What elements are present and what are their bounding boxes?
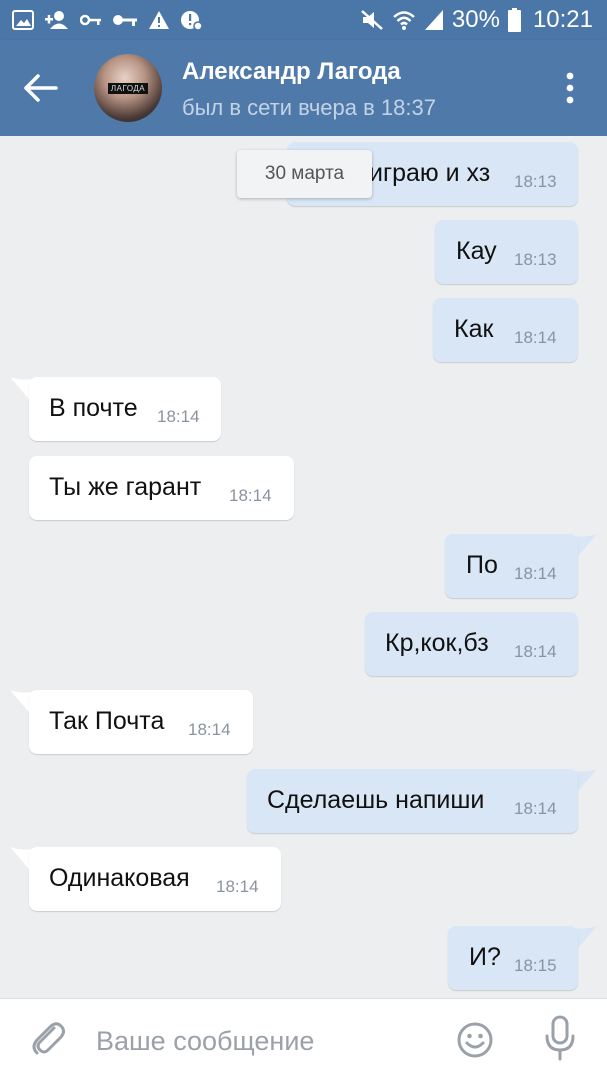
message-text: В почте xyxy=(49,394,138,422)
chat-header: ЛАГОДА Александр Лагода был в сети вчера… xyxy=(0,40,607,136)
gallery-icon xyxy=(12,10,34,30)
clock: 10:21 xyxy=(532,6,593,33)
signal-icon xyxy=(424,10,443,30)
wifi-icon xyxy=(393,11,415,30)
status-bar: 30% 10:21 xyxy=(0,0,607,40)
message-text: Так Почта xyxy=(49,707,165,735)
message-time: 18:14 xyxy=(157,407,200,426)
message-time: 18:14 xyxy=(514,328,557,347)
message-text: И? xyxy=(469,943,501,971)
back-arrow-icon xyxy=(24,74,58,102)
message-time: 18:15 xyxy=(514,956,557,975)
message-outgoing[interactable]: Кр,кок,бз 18:14 xyxy=(365,612,578,676)
message-text: Кау xyxy=(456,237,497,265)
message-time: 18:13 xyxy=(514,250,557,269)
message-text: Сделаешь напиши xyxy=(267,786,485,814)
contact-name[interactable]: Александр Лагода xyxy=(182,58,401,86)
message-outgoing[interactable]: Сделаешь напиши 18:14 xyxy=(247,769,578,833)
battery-icon xyxy=(507,8,521,32)
message-outgoing[interactable]: Кау 18:13 xyxy=(435,220,578,284)
message-time: 18:14 xyxy=(216,877,259,896)
mute-icon xyxy=(361,10,383,30)
message-outgoing[interactable]: По 18:14 xyxy=(445,534,578,598)
more-menu-button[interactable] xyxy=(556,68,584,108)
message-time: 18:14 xyxy=(514,642,557,661)
date-separator: 30 марта xyxy=(237,150,372,198)
message-list[interactable]: играю и хз 18:13 30 марта Кау 18:13 Как … xyxy=(0,136,607,998)
voice-message-button[interactable] xyxy=(542,1015,578,1061)
message-text: Одинаковая xyxy=(49,864,190,892)
message-text: Ты же гарант xyxy=(49,473,202,501)
microphone-icon xyxy=(545,1015,575,1061)
message-text: играю и хз xyxy=(369,159,491,187)
battery-percent: 30% xyxy=(451,6,500,33)
key-icon xyxy=(113,15,137,26)
message-composer xyxy=(0,998,607,1081)
emoji-icon xyxy=(457,1022,493,1058)
attach-icon xyxy=(32,1022,65,1055)
key-icon xyxy=(80,14,101,26)
more-vertical-icon xyxy=(566,72,574,104)
back-button[interactable] xyxy=(18,66,62,110)
add-contact-icon xyxy=(45,11,68,29)
contact-status: был в сети вчера в 18:37 xyxy=(182,95,436,120)
message-incoming[interactable]: Одинаковая 18:14 xyxy=(29,847,281,911)
message-text: По xyxy=(466,551,498,579)
message-incoming[interactable]: Так Почта 18:14 xyxy=(29,690,253,754)
message-incoming[interactable]: Ты же гарант 18:14 xyxy=(29,456,294,520)
warning-icon xyxy=(149,11,169,29)
message-time: 18:14 xyxy=(514,564,557,583)
emoji-button[interactable] xyxy=(456,1021,494,1059)
message-incoming[interactable]: В почте 18:14 xyxy=(29,377,221,441)
message-outgoing[interactable]: И? 18:15 xyxy=(448,926,578,990)
message-text: Кр,кок,бз xyxy=(385,629,489,657)
avatar[interactable]: ЛАГОДА xyxy=(94,54,162,122)
message-time: 18:13 xyxy=(514,172,557,191)
message-input[interactable] xyxy=(96,1019,426,1063)
message-outgoing[interactable]: Как 18:14 xyxy=(433,298,578,362)
status-icons-left xyxy=(12,8,202,32)
alert-icon xyxy=(181,11,202,31)
avatar-tag: ЛАГОДА xyxy=(108,83,148,94)
message-time: 18:14 xyxy=(229,486,272,505)
message-time: 18:14 xyxy=(188,720,231,739)
status-icons-right: 30% 10:21 xyxy=(360,6,593,34)
message-time: 18:14 xyxy=(514,799,557,818)
attach-button[interactable] xyxy=(28,1019,68,1059)
message-text: Как xyxy=(454,315,494,343)
